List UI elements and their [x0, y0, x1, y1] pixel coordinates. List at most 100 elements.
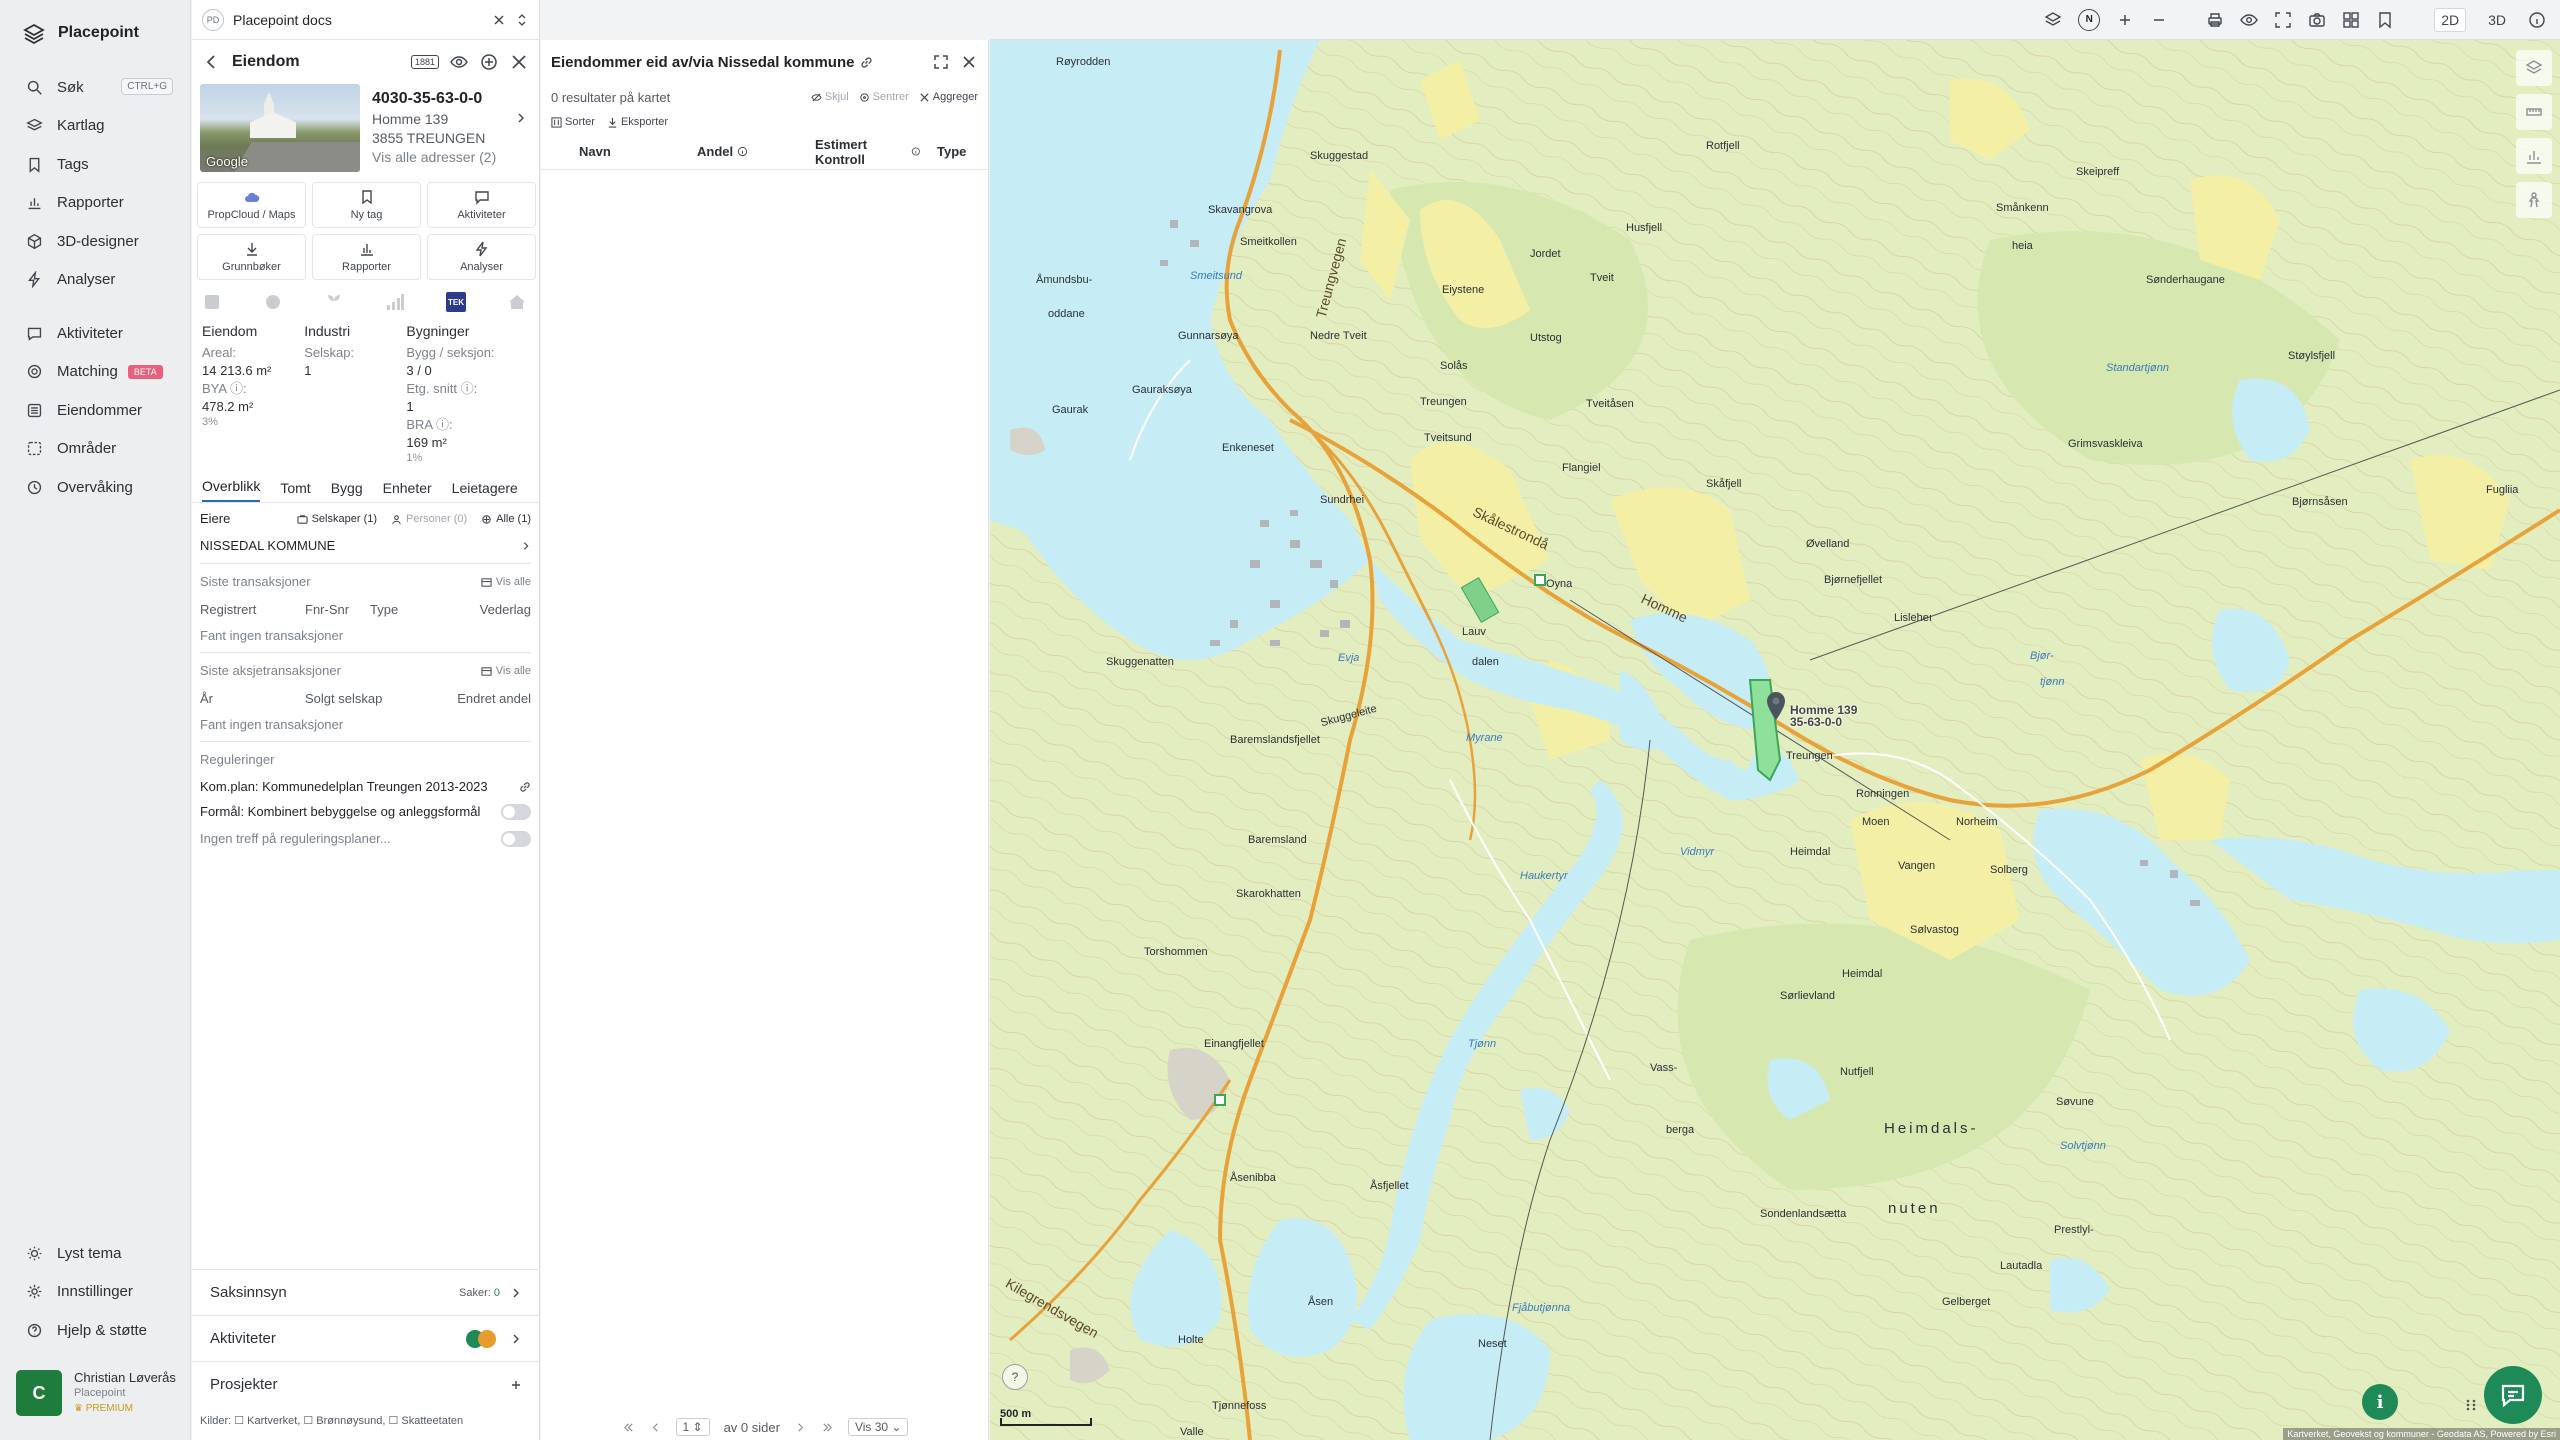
north-compass[interactable]: N — [2078, 8, 2101, 31]
nav-item-rapporter[interactable]: Rapporter — [0, 184, 191, 223]
aggreger-button[interactable]: Aggreger — [919, 91, 978, 103]
print-icon[interactable] — [2206, 11, 2224, 29]
prev-page-icon[interactable] — [649, 1421, 662, 1434]
grunnboker-button[interactable]: Grunnbøker — [197, 234, 306, 280]
link-icon[interactable] — [519, 781, 531, 793]
vis-alle-link[interactable]: Vis alle — [481, 572, 531, 592]
next-page-icon[interactable] — [794, 1421, 807, 1434]
ny-tag-button[interactable]: Ny tag — [312, 182, 421, 228]
nav-item-matching[interactable]: Matching BETA — [0, 353, 191, 392]
column-andel[interactable]: Andel — [661, 144, 781, 159]
tek-badge[interactable]: TEK — [446, 292, 466, 312]
link-icon[interactable] — [860, 56, 873, 69]
eksporter-button[interactable]: Eksporter — [607, 116, 668, 128]
aktiviteter-button[interactable]: Aktiviteter — [427, 182, 536, 228]
nav-item-help[interactable]: Hjelp & støtte — [0, 1311, 191, 1350]
sorter-button[interactable]: Sorter — [551, 116, 595, 128]
prosjekter-section[interactable]: Prosjekter — [192, 1361, 540, 1407]
eye-icon[interactable] — [2240, 11, 2259, 29]
filter-alle[interactable]: Alle (1) — [481, 509, 531, 529]
filter-personer[interactable]: Personer (0) — [391, 509, 467, 529]
map-tool-measure[interactable] — [2516, 94, 2552, 130]
tab-enheter[interactable]: Enheter — [383, 480, 432, 502]
signal-icon[interactable] — [385, 292, 405, 312]
sentrer-button[interactable]: Sentrer — [859, 91, 909, 103]
close-icon[interactable] — [960, 53, 978, 71]
fullscreen-icon[interactable] — [2274, 11, 2292, 29]
nav-item-search[interactable]: Søk CTRL+G — [0, 68, 191, 107]
all-addresses-link[interactable]: Vis alle adresser (2) — [372, 148, 531, 167]
nav-item-overvaking[interactable]: Overvåking — [0, 468, 191, 507]
tab-leietagere[interactable]: Leietagere — [452, 480, 518, 502]
nav-item-settings[interactable]: Innstillinger — [0, 1273, 191, 1312]
expand-icon[interactable] — [932, 53, 950, 71]
close-icon[interactable] — [492, 13, 506, 27]
add-circle-icon[interactable] — [479, 52, 499, 72]
view-3d-button[interactable]: 3D — [2482, 9, 2512, 31]
map-canvas[interactable]: Røyrodden Skuggestad Skavangrova Smeitko… — [990, 40, 2560, 1440]
nav-item-eiendommer[interactable]: Eiendommer — [0, 391, 191, 430]
last-page-icon[interactable] — [821, 1421, 834, 1434]
view-2d-button[interactable]: 2D — [2434, 7, 2467, 32]
saksinnsyn-section[interactable]: Saksinnsyn Saker: 0 — [192, 1269, 540, 1315]
map-tool-chart[interactable] — [2516, 138, 2552, 174]
layers-3d-icon[interactable] — [2044, 11, 2062, 29]
camera-icon[interactable] — [2308, 11, 2326, 29]
formal-toggle[interactable] — [501, 804, 531, 820]
eye-icon[interactable] — [449, 52, 469, 72]
property-pin-icon[interactable] — [1766, 692, 1786, 720]
back-icon[interactable] — [202, 52, 222, 72]
analyser-button[interactable]: Analyser — [427, 234, 536, 280]
house-icon[interactable] — [507, 292, 527, 312]
user-profile[interactable]: C Christian Løverås Placepoint ♛ PREMIUM — [16, 1370, 186, 1420]
propcloud-button[interactable]: PropCloud / Maps — [197, 182, 306, 228]
street-view-photo[interactable]: Google — [200, 84, 360, 172]
rapporter-button[interactable]: Rapporter — [312, 234, 421, 280]
grid-layout-icon[interactable] — [2342, 11, 2360, 29]
aktiviteter-section[interactable]: Aktiviteter — [192, 1315, 540, 1361]
nav-item-aktiviteter[interactable]: Aktiviteter — [0, 314, 191, 353]
nav-item-tags[interactable]: Tags — [0, 145, 191, 184]
vis-alle-link[interactable]: Vis alle — [481, 661, 531, 681]
column-header: Endret andel — [457, 691, 531, 706]
column-estimert-kontroll[interactable]: Estimert Kontroll — [781, 137, 921, 167]
nav-item-kartlag[interactable]: Kartlag — [0, 107, 191, 146]
plus-icon[interactable] — [510, 1379, 522, 1391]
column-navn[interactable]: Navn — [541, 144, 661, 159]
skjul-button[interactable]: Skjul — [811, 91, 849, 103]
brand[interactable]: Placepoint — [22, 20, 139, 46]
drag-handle-icon[interactable] — [2465, 1398, 2479, 1412]
zoom-out-icon[interactable] — [2150, 11, 2168, 29]
chat-button[interactable] — [2484, 1366, 2542, 1424]
tab-tomt[interactable]: Tomt — [280, 480, 310, 502]
close-icon[interactable] — [509, 52, 529, 72]
column-type[interactable]: Type — [921, 144, 966, 159]
chevron-updown-icon[interactable] — [515, 13, 529, 27]
badge-icon[interactable]: 1881 — [410, 55, 439, 69]
tab-bygg[interactable]: Bygg — [331, 480, 363, 502]
nav-item-theme[interactable]: Lyst tema — [0, 1234, 191, 1273]
map-tool-person[interactable] — [2516, 182, 2552, 218]
filter-selskaper[interactable]: Selskaper (1) — [296, 509, 377, 529]
info-icon[interactable] — [2528, 11, 2546, 29]
bookmark-icon[interactable] — [2376, 11, 2394, 29]
chevron-right-icon[interactable] — [515, 112, 527, 124]
info-button[interactable]: i — [2362, 1384, 2398, 1420]
nav-item-omrader[interactable]: Områder — [0, 430, 191, 469]
regulation-toggle[interactable] — [501, 831, 531, 847]
nav-item-3d-designer[interactable]: 3D-designer — [0, 222, 191, 261]
globe-icon[interactable] — [263, 292, 283, 312]
owner-row[interactable]: NISSEDAL KOMMUNE — [200, 537, 531, 555]
plant-icon[interactable] — [324, 292, 344, 312]
nav-item-analyser[interactable]: Analyser — [0, 261, 191, 300]
zoom-in-icon[interactable] — [2116, 11, 2134, 29]
map-tool-layers[interactable] — [2516, 50, 2552, 86]
doc-tab[interactable]: PD Placepoint docs — [192, 0, 539, 40]
page-size-select[interactable]: Vis 30 ⌄ — [847, 1418, 909, 1436]
tab-overblikk[interactable]: Overblikk — [202, 478, 261, 502]
map-help-button[interactable]: ? — [1002, 1364, 1028, 1390]
page-input[interactable]: 1 ⇕ — [675, 1418, 710, 1436]
grid-icon[interactable] — [202, 292, 222, 312]
first-page-icon[interactable] — [622, 1421, 635, 1434]
regulation-plan-row[interactable]: Kom.plan: Kommunedelplan Treungen 2013-2… — [200, 776, 531, 798]
